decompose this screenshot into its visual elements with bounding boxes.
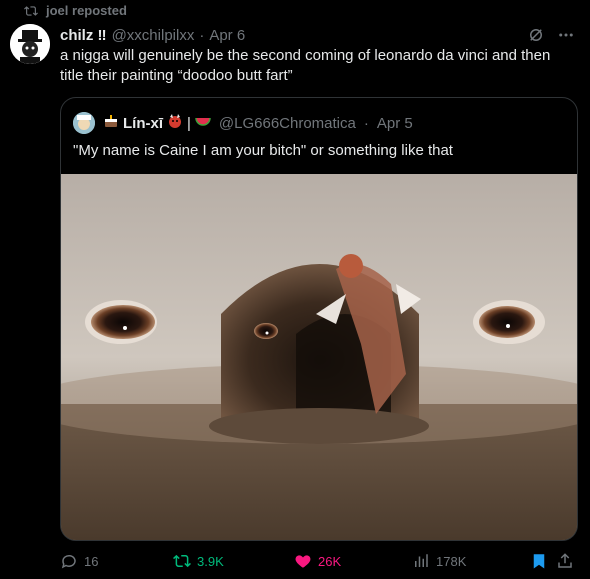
- bookmark-button[interactable]: [530, 552, 548, 570]
- separator-bar-icon: |: [187, 114, 191, 132]
- quote-author-avatar[interactable]: [73, 112, 95, 134]
- oni-mask-emoji-icon: [167, 113, 183, 133]
- author-handle[interactable]: @xxchilpilxx: [112, 27, 195, 44]
- views-icon: [415, 554, 428, 567]
- grok-icon[interactable]: [526, 25, 546, 45]
- quote-author-name[interactable]: Lín-xī: [123, 115, 163, 132]
- repost-label[interactable]: joel reposted: [46, 3, 127, 18]
- repost-icon: [173, 554, 191, 568]
- repost-count: 3.9K: [197, 553, 224, 569]
- author-name[interactable]: chilz ‼: [60, 27, 107, 44]
- action-bar: 16 3.9K 26K 178K: [60, 552, 580, 572]
- share-icon: [558, 553, 572, 568]
- views-count: 178K: [436, 553, 467, 569]
- reply-button[interactable]: 16: [60, 552, 98, 570]
- like-icon: [295, 555, 311, 568]
- quote-text: "My name is Caine I am your bitch" or so…: [73, 142, 453, 159]
- watermelon-emoji-icon: [195, 113, 211, 133]
- more-icon[interactable]: [556, 25, 576, 45]
- reply-icon: [61, 554, 76, 569]
- quote-author-handle[interactable]: @LG666Chromatica: [219, 115, 356, 132]
- like-count: 26K: [318, 553, 342, 569]
- repost-icon: [24, 5, 38, 16]
- author-avatar[interactable]: [10, 24, 50, 64]
- quote-separator-dot: ·: [363, 114, 369, 132]
- tweet-date[interactable]: Apr 6: [209, 27, 245, 44]
- bookmark-icon: [533, 554, 545, 569]
- views-button[interactable]: 178K: [412, 552, 466, 570]
- quote-image[interactable]: [61, 174, 577, 540]
- repost-indicator: joel reposted: [24, 3, 127, 18]
- quoted-tweet[interactable]: Lín-xī | @LG666Chromatica · Apr 5 "My na…: [60, 97, 578, 541]
- share-button[interactable]: [556, 552, 574, 570]
- tweet-header: chilz ‼ @xxchilpilxx · Apr 6: [60, 25, 576, 45]
- cake-emoji-icon: [103, 113, 119, 133]
- tweet-text: a nigga will genuinely be the second com…: [60, 47, 551, 84]
- like-button[interactable]: 26K: [294, 552, 341, 570]
- repost-button[interactable]: 3.9K: [173, 552, 224, 570]
- quote-date[interactable]: Apr 5: [377, 115, 413, 132]
- separator-dot: ·: [199, 26, 205, 44]
- quote-header: Lín-xī | @LG666Chromatica · Apr 5: [73, 112, 413, 134]
- reply-count: 16: [84, 553, 99, 569]
